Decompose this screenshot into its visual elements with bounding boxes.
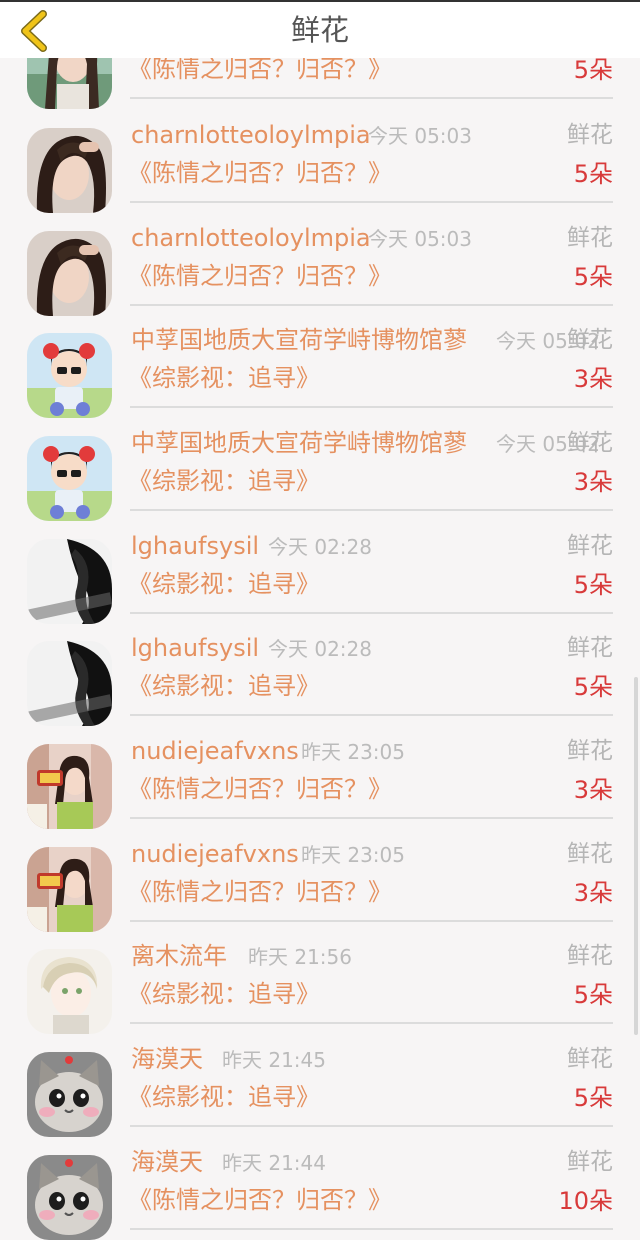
gift-time: 今天 02:28 (268, 535, 372, 559)
scrollbar[interactable] (634, 677, 638, 1035)
list-item[interactable]: lghaufsysil 今天 02:28 鲜花《综影视：追寻》 5朵 (0, 613, 640, 726)
avatar[interactable] (27, 744, 112, 829)
flower-count: 3朵 (573, 879, 613, 907)
gift-time: 今天 05:03 (368, 124, 472, 148)
page-title: 鲜花 (290, 13, 349, 47)
user-name[interactable]: charnlotteoloylmpia (131, 120, 371, 150)
user-name[interactable]: lghaufsysil (131, 633, 259, 663)
gift-time: 今天 02:28 (268, 637, 372, 661)
user-name[interactable]: 中莩国地质大宣荷学峙博物馆蓼 (131, 428, 467, 458)
avatar[interactable] (27, 641, 112, 726)
list-item[interactable]: lghaufsysil 今天 02:28 鲜花《综影视：追寻》 5朵 (0, 511, 640, 624)
gift-time: 昨天 21:45 (222, 1048, 326, 1072)
divider (130, 1228, 613, 1230)
gift-type: 鲜花 (567, 738, 613, 764)
book-title-link[interactable]: 《综影视：追寻》 (128, 1080, 320, 1114)
list-item[interactable]: 海漠天 昨天 21:44 鲜花《陈情之归否？归否？》 10朵 (0, 1127, 640, 1240)
book-title-link[interactable]: 《陈情之归否？归否？》 (128, 772, 392, 806)
divider (130, 97, 613, 99)
avatar[interactable] (27, 949, 112, 1034)
flower-count: 5朵 (573, 571, 613, 599)
list-item[interactable]: charnlotteoloylmpia 今天 05:03 鲜花《陈情之归否？归否？》… (0, 100, 640, 213)
book-title-link[interactable]: 《陈情之归否？归否？》 (128, 156, 392, 190)
book-title-link[interactable]: 《综影视：追寻》 (128, 361, 320, 395)
user-name[interactable]: lghaufsysil (131, 531, 259, 561)
avatar[interactable] (27, 231, 112, 316)
avatar[interactable] (27, 436, 112, 521)
list-item[interactable]: nudiejeafvxns 昨天 23:05 鲜花《陈情之归否？归否？》 3朵 (0, 716, 640, 829)
book-title-link[interactable]: 《陈情之归否？归否？》 (128, 259, 392, 293)
avatar[interactable] (27, 333, 112, 418)
avatar[interactable] (27, 539, 112, 624)
list-item[interactable]: 海漠天 昨天 21:45 鲜花《综影视：追寻》 5朵 (0, 1024, 640, 1137)
avatar[interactable] (27, 1155, 112, 1240)
avatar[interactable] (27, 1052, 112, 1137)
gift-type: 鲜花 (567, 225, 613, 251)
book-title-link[interactable]: 《陈情之归否？归否？》 (128, 875, 392, 909)
user-name[interactable]: 海漠天 (131, 1147, 203, 1177)
list-item[interactable]: 离木流年 昨天 21:56 鲜花《综影视：追寻》 5朵 (0, 921, 640, 1034)
gift-time: 昨天 21:56 (248, 945, 352, 969)
flower-count: 3朵 (573, 776, 613, 804)
flower-count: 10朵 (558, 1187, 613, 1215)
book-title-link[interactable]: 《综影视：追寻》 (128, 567, 320, 601)
flower-count: 5朵 (573, 673, 613, 701)
gift-type: 鲜花 (567, 841, 613, 867)
book-title-link[interactable]: 《综影视：追寻》 (128, 464, 320, 498)
flower-gift-list: katayuruoeiiiie今天鲜花《陈情之归否？归否？》5朵charnlot… (0, 0, 640, 1240)
gift-time: 昨天 21:44 (222, 1151, 326, 1175)
avatar[interactable] (27, 847, 112, 932)
list-item[interactable]: 中莩国地质大宣荷学峙博物馆蓼 今天 05:02 鲜花 《综影视：追寻》 3朵 (0, 305, 640, 418)
user-name[interactable]: nudiejeafvxns (131, 736, 299, 766)
flower-count: 5朵 (573, 981, 613, 1009)
gift-type: 鲜花 (567, 430, 613, 456)
book-title-link[interactable]: 《综影视：追寻》 (128, 669, 320, 703)
gift-time: 昨天 23:05 (301, 843, 405, 867)
book-title-link[interactable]: 《综影视：追寻》 (128, 977, 320, 1011)
flower-count: 5朵 (573, 263, 613, 291)
gift-type: 鲜花 (567, 122, 613, 148)
flower-count: 3朵 (573, 468, 613, 496)
flower-count: 3朵 (573, 365, 613, 393)
app-header: 鲜花 (0, 2, 640, 58)
gift-time: 昨天 23:05 (301, 740, 405, 764)
gift-type: 鲜花 (567, 533, 613, 559)
flower-count: 5朵 (573, 160, 613, 188)
list-item[interactable]: 中莩国地质大宣荷学峙博物馆蓼 今天 05:02 鲜花 《综影视：追寻》 3朵 (0, 408, 640, 521)
top-edge-line (0, 0, 640, 2)
gift-time: 今天 05:03 (368, 227, 472, 251)
list-item[interactable]: nudiejeafvxns 昨天 23:05 鲜花《陈情之归否？归否？》 3朵 (0, 819, 640, 932)
gift-type: 鲜花 (567, 943, 613, 969)
user-name[interactable]: 中莩国地质大宣荷学峙博物馆蓼 (131, 325, 467, 355)
user-name[interactable]: charnlotteoloylmpia (131, 223, 371, 253)
book-title-link[interactable]: 《陈情之归否？归否？》 (128, 1183, 392, 1217)
flower-count: 5朵 (573, 56, 613, 84)
gift-type: 鲜花 (567, 327, 613, 353)
user-name[interactable]: nudiejeafvxns (131, 839, 299, 869)
gift-type: 鲜花 (567, 1046, 613, 1072)
user-name[interactable]: 海漠天 (131, 1044, 203, 1074)
gift-type: 鲜花 (567, 635, 613, 661)
avatar[interactable] (27, 128, 112, 213)
flower-count: 5朵 (573, 1084, 613, 1112)
user-name[interactable]: 离木流年 (131, 941, 227, 971)
list-item[interactable]: charnlotteoloylmpia 今天 05:03 鲜花《陈情之归否？归否？》… (0, 203, 640, 316)
gift-type: 鲜花 (567, 1149, 613, 1175)
